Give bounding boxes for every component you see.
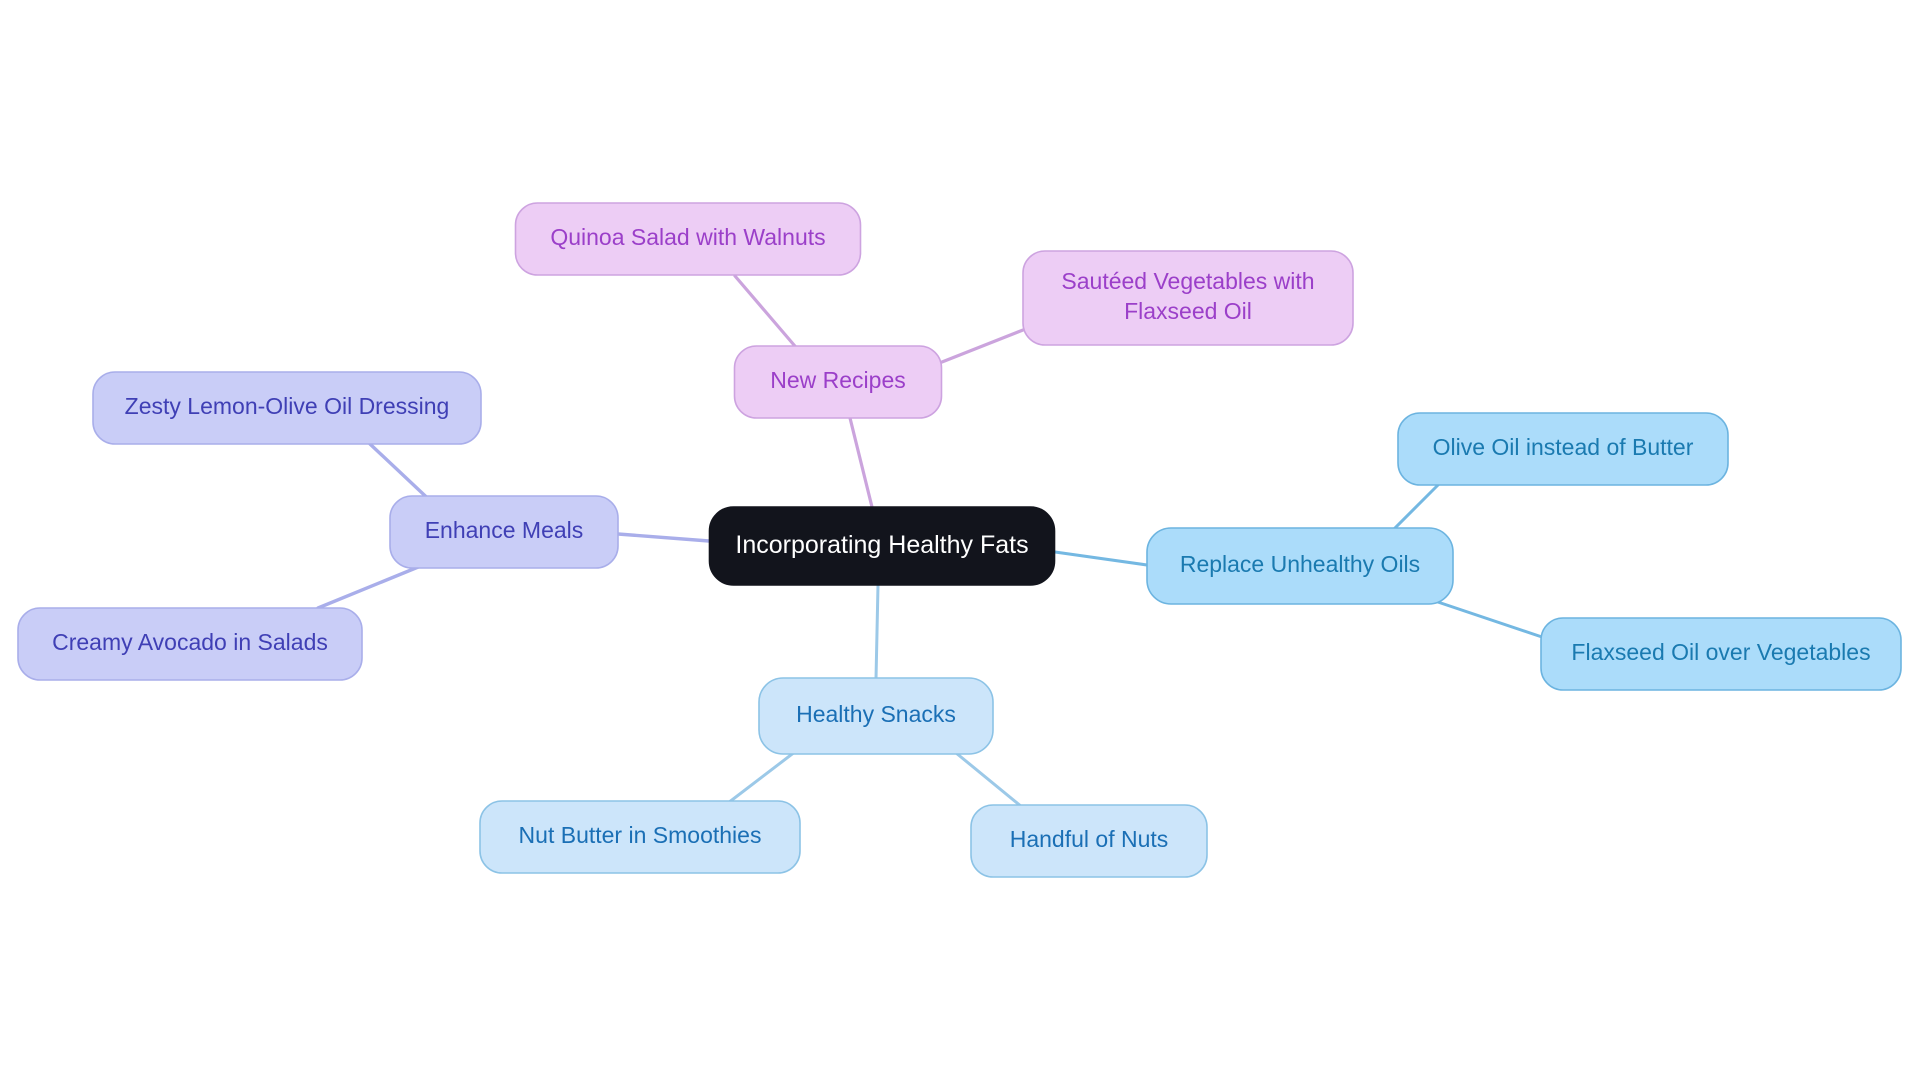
branch-node-label: New Recipes bbox=[770, 367, 906, 393]
edge-root-to-new-recipes bbox=[848, 416, 874, 509]
edge-root-to-enhance-meals bbox=[616, 532, 711, 543]
branch-node-label: Enhance Meals bbox=[425, 517, 584, 543]
branch-node-enhance-meals[interactable]: Enhance Meals bbox=[389, 495, 619, 569]
leaf-node-zesty-lemon-olive-oil-dressing[interactable]: Zesty Lemon-Olive Oil Dressing bbox=[92, 371, 482, 445]
edge-new-recipes-to-sauteed-vegetables-with-flaxseed-oil bbox=[940, 328, 1025, 364]
leaf-node-creamy-avocado-in-salads[interactable]: Creamy Avocado in Salads bbox=[17, 607, 363, 681]
branch-node-healthy-snacks[interactable]: Healthy Snacks bbox=[758, 677, 994, 755]
edge-healthy-snacks-to-nut-butter-in-smoothies bbox=[726, 746, 802, 805]
root-node-label: Incorporating Healthy Fats bbox=[735, 531, 1028, 559]
mindmap-canvas: Quinoa Salad with Walnuts Sautéed Vegetab… bbox=[0, 0, 1920, 1083]
branch-node-new-recipes[interactable]: New Recipes bbox=[733, 345, 943, 419]
leaf-node-label: Nut Butter in Smoothies bbox=[519, 822, 762, 848]
nodes-layer: Quinoa Salad with Walnuts Sautéed Vegetab… bbox=[17, 202, 1902, 878]
leaf-node-quinoa-salad-with-walnuts[interactable]: Quinoa Salad with Walnuts bbox=[514, 202, 862, 276]
branch-node-replace-unhealthy-oils[interactable]: Replace Unhealthy Oils bbox=[1146, 527, 1454, 605]
leaf-node-label: Quinoa Salad with Walnuts bbox=[550, 224, 825, 250]
leaf-node-sauteed-vegetables-with-flaxseed-oil[interactable]: Sautéed Vegetables with Flaxseed Oil bbox=[1022, 250, 1354, 346]
leaf-node-label: Zesty Lemon-Olive Oil Dressing bbox=[125, 393, 450, 419]
edge-root-to-healthy-snacks bbox=[874, 583, 880, 681]
edge-new-recipes-to-quinoa-salad-with-walnuts bbox=[733, 274, 802, 354]
root-node-root[interactable]: Incorporating Healthy Fats bbox=[708, 506, 1056, 586]
leaf-node-label: Creamy Avocado in Salads bbox=[52, 629, 328, 655]
edge-replace-unhealthy-oils-to-olive-oil-instead-of-butter bbox=[1387, 483, 1440, 536]
edge-enhance-meals-to-creamy-avocado-in-salads bbox=[316, 561, 430, 610]
branch-node-label: Healthy Snacks bbox=[796, 701, 956, 727]
leaf-node-nut-butter-in-smoothies[interactable]: Nut Butter in Smoothies bbox=[479, 800, 801, 874]
leaf-node-label: Olive Oil instead of Butter bbox=[1433, 434, 1694, 460]
leaf-node-label: Flaxseed Oil over Vegetables bbox=[1571, 639, 1870, 665]
leaf-node-handful-of-nuts[interactable]: Handful of Nuts bbox=[970, 804, 1208, 878]
leaf-node-olive-oil-instead-of-butter[interactable]: Olive Oil instead of Butter bbox=[1397, 412, 1729, 486]
leaf-node-label: Handful of Nuts bbox=[1010, 826, 1169, 852]
mindmap-diagram: Quinoa Salad with Walnuts Sautéed Vegetab… bbox=[17, 202, 1902, 878]
edge-healthy-snacks-to-handful-of-nuts bbox=[948, 746, 1024, 809]
branch-node-label: Replace Unhealthy Oils bbox=[1180, 551, 1420, 577]
leaf-node-flaxseed-oil-over-vegetables[interactable]: Flaxseed Oil over Vegetables bbox=[1540, 617, 1902, 691]
edge-root-to-replace-unhealthy-oils bbox=[1053, 550, 1149, 567]
